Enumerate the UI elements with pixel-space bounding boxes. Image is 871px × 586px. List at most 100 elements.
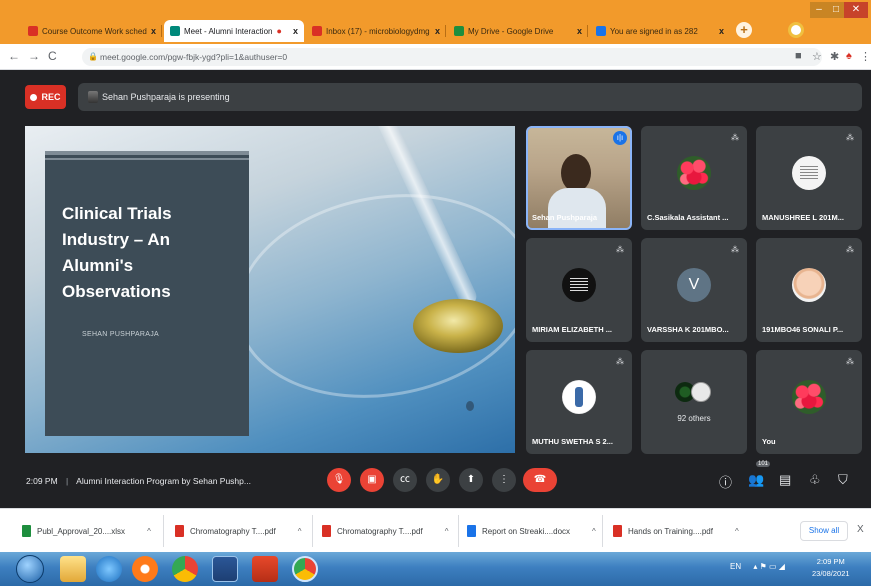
close-icon[interactable]: x: [577, 26, 582, 36]
mic-off-icon: 🎙: [332, 474, 346, 485]
chevron-up-icon[interactable]: ^: [147, 527, 151, 536]
acrobat-icon[interactable]: [252, 556, 278, 582]
others-avatars: [675, 382, 715, 404]
gmail-icon: [28, 26, 38, 36]
tab-course-outcome[interactable]: Course Outcome Work sched x: [22, 20, 162, 42]
window-close-icon[interactable]: ✕: [844, 2, 868, 18]
menu-icon[interactable]: ⋮: [860, 50, 871, 63]
word-icon[interactable]: [212, 556, 238, 582]
show-all-button[interactable]: Show all: [800, 521, 848, 541]
participant-name: You: [762, 437, 776, 446]
xlsx-file-icon: [22, 525, 31, 537]
tab-signed-in[interactable]: You are signed in as 282 x: [590, 20, 730, 42]
leave-call-button[interactable]: ☎: [523, 468, 557, 492]
drive-icon: [454, 26, 464, 36]
participant-tile[interactable]: ⁂ 191MBO46 SONALI P...: [756, 238, 862, 342]
url-text: meet.google.com/pgw-fbjk-ygd?pli=1&authu…: [100, 52, 288, 62]
camera-indicator-icon[interactable]: ■: [795, 50, 802, 62]
tray-icons[interactable]: ▴ ⚑ ▭ ◢: [753, 562, 785, 571]
download-item[interactable]: Chromatography T....pdf ^: [322, 522, 448, 540]
mic-off-icon: ⁂: [846, 245, 854, 254]
activities-icon[interactable]: ♧: [809, 472, 821, 488]
windows-taskbar: EN ▴ ⚑ ▭ ◢ 2:09 PM 23/08/2021: [0, 552, 871, 586]
chevron-up-icon[interactable]: ^: [592, 527, 596, 536]
gmail-icon: [312, 26, 322, 36]
download-item[interactable]: Hands on Training....pdf ^: [613, 522, 739, 540]
extension-icon[interactable]: ♠: [846, 50, 852, 62]
slide-title-panel: Clinical Trials Industry – An Alumni's O…: [45, 151, 249, 436]
lock-icon: 🔒: [88, 52, 98, 61]
mic-toggle-button[interactable]: 🎙: [327, 468, 351, 492]
clock-date: 23/08/2021: [812, 569, 850, 578]
rec-label: REC: [41, 92, 61, 102]
close-icon[interactable]: x: [719, 26, 724, 36]
info-icon[interactable]: ⓘ: [719, 472, 732, 491]
self-tile[interactable]: ⁂ You: [756, 350, 862, 454]
others-tile[interactable]: 92 others: [641, 350, 747, 454]
more-options-button[interactable]: ⋮: [492, 468, 516, 492]
new-tab-button[interactable]: +: [736, 22, 752, 38]
address-bar[interactable]: 🔒 meet.google.com/pgw-fbjk-ygd?pli=1&aut…: [82, 48, 822, 66]
presenting-text: Sehan Pushparaja is presenting: [102, 92, 230, 102]
internet-explorer-icon[interactable]: [96, 556, 122, 582]
tab-inbox[interactable]: Inbox (17) - microbiologydmg x: [306, 20, 446, 42]
close-icon[interactable]: x: [151, 26, 156, 36]
browser-tab-strip: Course Outcome Work sched x Meet - Alumn…: [0, 0, 871, 44]
close-icon[interactable]: x: [435, 26, 440, 36]
participant-tile[interactable]: ⁂ MUTHU SWETHA S 2...: [526, 350, 632, 454]
language-indicator[interactable]: EN: [730, 562, 741, 571]
back-icon[interactable]: ←: [8, 49, 20, 63]
raise-hand-icon: ✋: [431, 474, 445, 485]
pdf-file-icon: [322, 525, 331, 537]
people-icon[interactable]: 👥: [748, 472, 764, 488]
download-item[interactable]: Publ_Approval_20....xlsx ^: [22, 522, 151, 540]
clock-time: 2:09 PM: [816, 557, 845, 566]
chat-icon[interactable]: ▤: [779, 472, 791, 488]
download-item[interactable]: Chromatography T....pdf ^: [175, 522, 301, 540]
close-downloads-button[interactable]: X: [857, 524, 864, 535]
chevron-up-icon[interactable]: ^: [735, 527, 739, 536]
chrome-icon[interactable]: [172, 556, 198, 582]
mic-off-icon: ⁂: [616, 357, 624, 366]
chevron-up-icon[interactable]: ^: [298, 527, 302, 536]
mic-off-icon: ⁂: [846, 133, 854, 142]
chevron-up-icon[interactable]: ^: [445, 527, 449, 536]
start-button[interactable]: [16, 555, 44, 583]
minimize-icon[interactable]: –: [810, 2, 828, 18]
browser-toolbar: ← → C 🔒 meet.google.com/pgw-fbjk-ygd?pli…: [0, 44, 871, 70]
captions-button[interactable]: ㏄: [393, 468, 417, 492]
taskbar-clock[interactable]: 2:09 PM 23/08/2021: [812, 556, 850, 580]
participant-tile[interactable]: ı|ı Sehan Pushparaja: [526, 126, 632, 230]
download-item[interactable]: Report on Streaki....docx ^: [467, 522, 596, 540]
download-filename: Publ_Approval_20....xlsx: [37, 526, 126, 536]
participant-tile[interactable]: ⁂ MANUSHREE L 201M...: [756, 126, 862, 230]
forward-icon[interactable]: →: [28, 49, 40, 63]
profile-icon[interactable]: [788, 22, 804, 38]
docx-file-icon: [467, 525, 476, 537]
chrome-icon[interactable]: [292, 556, 318, 582]
meet-icon: [170, 26, 180, 36]
meet-area: REC Sehan Pushparaja is presenting Clini…: [0, 70, 871, 508]
extensions-icon[interactable]: ✱: [830, 50, 839, 63]
participant-count-badge: 101: [756, 461, 771, 467]
avatar: [562, 380, 596, 414]
pdf-file-icon: [613, 525, 622, 537]
media-player-icon[interactable]: [132, 556, 158, 582]
raise-hand-button[interactable]: ✋: [426, 468, 450, 492]
participant-tile[interactable]: ⁂ C.Sasikala Assistant ...: [641, 126, 747, 230]
tab-drive[interactable]: My Drive - Google Drive x: [448, 20, 588, 42]
participant-tile[interactable]: ⁂ V VARSSHA K 201MBO...: [641, 238, 747, 342]
tab-label: Course Outcome Work sched: [42, 26, 147, 36]
file-explorer-icon[interactable]: [60, 556, 86, 582]
present-button[interactable]: ⬆: [459, 468, 483, 492]
others-count: 92 others: [677, 414, 711, 423]
close-icon[interactable]: x: [293, 26, 298, 36]
maximize-icon[interactable]: □: [828, 2, 844, 18]
participant-tile[interactable]: ⁂ MIRIAM ELIZABETH ...: [526, 238, 632, 342]
host-controls-icon[interactable]: ⛉: [838, 472, 848, 488]
reload-icon[interactable]: C: [48, 49, 57, 63]
tab-meet[interactable]: Meet - Alumni Interaction ● x: [164, 20, 304, 42]
camera-toggle-button[interactable]: ▣: [360, 468, 384, 492]
participant-name: MUTHU SWETHA S 2...: [532, 437, 613, 446]
bookmark-star-icon[interactable]: ☆: [812, 50, 822, 63]
